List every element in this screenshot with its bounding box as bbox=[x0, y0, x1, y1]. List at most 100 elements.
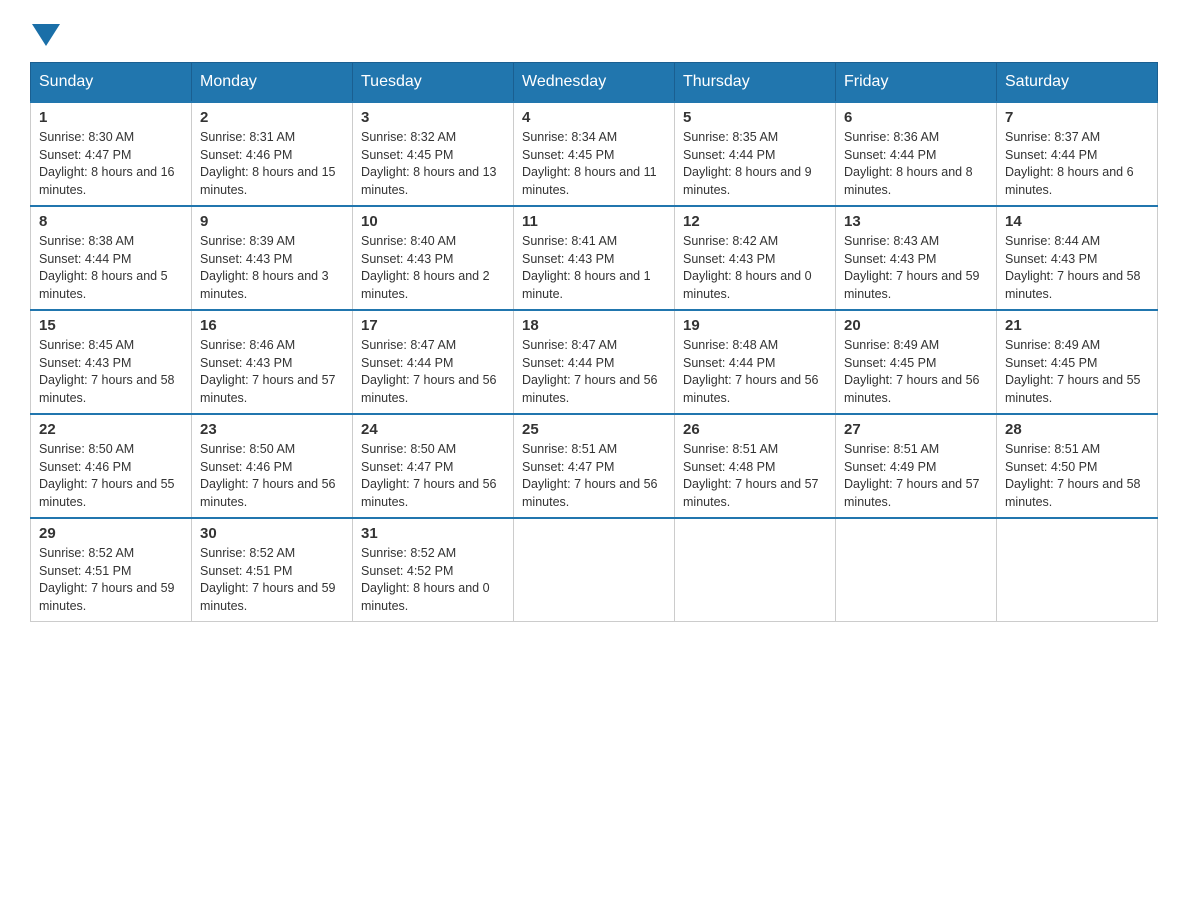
day-cell-8: 8 Sunrise: 8:38 AMSunset: 4:44 PMDayligh… bbox=[31, 206, 192, 310]
column-header-saturday: Saturday bbox=[997, 63, 1158, 103]
day-number: 23 bbox=[200, 421, 344, 438]
day-info: Sunrise: 8:48 AMSunset: 4:44 PMDaylight:… bbox=[683, 338, 819, 405]
day-number: 21 bbox=[1005, 317, 1149, 334]
day-info: Sunrise: 8:41 AMSunset: 4:43 PMDaylight:… bbox=[522, 234, 651, 301]
day-number: 31 bbox=[361, 525, 505, 542]
day-info: Sunrise: 8:31 AMSunset: 4:46 PMDaylight:… bbox=[200, 130, 336, 197]
day-info: Sunrise: 8:50 AMSunset: 4:46 PMDaylight:… bbox=[200, 442, 336, 509]
day-info: Sunrise: 8:36 AMSunset: 4:44 PMDaylight:… bbox=[844, 130, 973, 197]
day-number: 25 bbox=[522, 421, 666, 438]
day-cell-12: 12 Sunrise: 8:42 AMSunset: 4:43 PMDaylig… bbox=[675, 206, 836, 310]
day-info: Sunrise: 8:50 AMSunset: 4:46 PMDaylight:… bbox=[39, 442, 175, 509]
day-number: 12 bbox=[683, 213, 827, 230]
day-cell-26: 26 Sunrise: 8:51 AMSunset: 4:48 PMDaylig… bbox=[675, 414, 836, 518]
day-info: Sunrise: 8:47 AMSunset: 4:44 PMDaylight:… bbox=[361, 338, 497, 405]
day-cell-18: 18 Sunrise: 8:47 AMSunset: 4:44 PMDaylig… bbox=[514, 310, 675, 414]
day-number: 7 bbox=[1005, 109, 1149, 126]
column-header-tuesday: Tuesday bbox=[353, 63, 514, 103]
day-cell-4: 4 Sunrise: 8:34 AMSunset: 4:45 PMDayligh… bbox=[514, 102, 675, 206]
day-info: Sunrise: 8:39 AMSunset: 4:43 PMDaylight:… bbox=[200, 234, 329, 301]
day-cell-20: 20 Sunrise: 8:49 AMSunset: 4:45 PMDaylig… bbox=[836, 310, 997, 414]
day-info: Sunrise: 8:51 AMSunset: 4:49 PMDaylight:… bbox=[844, 442, 980, 509]
day-cell-16: 16 Sunrise: 8:46 AMSunset: 4:43 PMDaylig… bbox=[192, 310, 353, 414]
day-cell-19: 19 Sunrise: 8:48 AMSunset: 4:44 PMDaylig… bbox=[675, 310, 836, 414]
day-number: 2 bbox=[200, 109, 344, 126]
empty-cell bbox=[836, 518, 997, 622]
day-info: Sunrise: 8:35 AMSunset: 4:44 PMDaylight:… bbox=[683, 130, 812, 197]
week-row-1: 1 Sunrise: 8:30 AMSunset: 4:47 PMDayligh… bbox=[31, 102, 1158, 206]
day-number: 15 bbox=[39, 317, 183, 334]
day-info: Sunrise: 8:43 AMSunset: 4:43 PMDaylight:… bbox=[844, 234, 980, 301]
day-number: 17 bbox=[361, 317, 505, 334]
week-row-4: 22 Sunrise: 8:50 AMSunset: 4:46 PMDaylig… bbox=[31, 414, 1158, 518]
logo-arrow-icon bbox=[32, 24, 60, 46]
empty-cell bbox=[675, 518, 836, 622]
day-info: Sunrise: 8:40 AMSunset: 4:43 PMDaylight:… bbox=[361, 234, 490, 301]
day-cell-10: 10 Sunrise: 8:40 AMSunset: 4:43 PMDaylig… bbox=[353, 206, 514, 310]
day-info: Sunrise: 8:52 AMSunset: 4:51 PMDaylight:… bbox=[39, 546, 175, 613]
column-header-friday: Friday bbox=[836, 63, 997, 103]
day-cell-3: 3 Sunrise: 8:32 AMSunset: 4:45 PMDayligh… bbox=[353, 102, 514, 206]
day-cell-29: 29 Sunrise: 8:52 AMSunset: 4:51 PMDaylig… bbox=[31, 518, 192, 622]
day-number: 6 bbox=[844, 109, 988, 126]
day-cell-24: 24 Sunrise: 8:50 AMSunset: 4:47 PMDaylig… bbox=[353, 414, 514, 518]
day-info: Sunrise: 8:42 AMSunset: 4:43 PMDaylight:… bbox=[683, 234, 812, 301]
day-info: Sunrise: 8:52 AMSunset: 4:52 PMDaylight:… bbox=[361, 546, 490, 613]
day-cell-22: 22 Sunrise: 8:50 AMSunset: 4:46 PMDaylig… bbox=[31, 414, 192, 518]
calendar-header-row: SundayMondayTuesdayWednesdayThursdayFrid… bbox=[31, 63, 1158, 103]
column-header-wednesday: Wednesday bbox=[514, 63, 675, 103]
day-info: Sunrise: 8:47 AMSunset: 4:44 PMDaylight:… bbox=[522, 338, 658, 405]
day-cell-28: 28 Sunrise: 8:51 AMSunset: 4:50 PMDaylig… bbox=[997, 414, 1158, 518]
empty-cell bbox=[997, 518, 1158, 622]
day-number: 28 bbox=[1005, 421, 1149, 438]
day-info: Sunrise: 8:44 AMSunset: 4:43 PMDaylight:… bbox=[1005, 234, 1141, 301]
day-number: 19 bbox=[683, 317, 827, 334]
day-number: 13 bbox=[844, 213, 988, 230]
day-number: 3 bbox=[361, 109, 505, 126]
day-info: Sunrise: 8:49 AMSunset: 4:45 PMDaylight:… bbox=[844, 338, 980, 405]
empty-cell bbox=[514, 518, 675, 622]
day-info: Sunrise: 8:49 AMSunset: 4:45 PMDaylight:… bbox=[1005, 338, 1141, 405]
column-header-sunday: Sunday bbox=[31, 63, 192, 103]
week-row-2: 8 Sunrise: 8:38 AMSunset: 4:44 PMDayligh… bbox=[31, 206, 1158, 310]
page-header bbox=[30, 20, 1158, 42]
day-info: Sunrise: 8:51 AMSunset: 4:48 PMDaylight:… bbox=[683, 442, 819, 509]
day-number: 14 bbox=[1005, 213, 1149, 230]
day-cell-13: 13 Sunrise: 8:43 AMSunset: 4:43 PMDaylig… bbox=[836, 206, 997, 310]
day-cell-9: 9 Sunrise: 8:39 AMSunset: 4:43 PMDayligh… bbox=[192, 206, 353, 310]
logo bbox=[30, 20, 60, 42]
day-number: 4 bbox=[522, 109, 666, 126]
day-number: 1 bbox=[39, 109, 183, 126]
day-cell-27: 27 Sunrise: 8:51 AMSunset: 4:49 PMDaylig… bbox=[836, 414, 997, 518]
day-info: Sunrise: 8:38 AMSunset: 4:44 PMDaylight:… bbox=[39, 234, 168, 301]
day-cell-1: 1 Sunrise: 8:30 AMSunset: 4:47 PMDayligh… bbox=[31, 102, 192, 206]
day-number: 10 bbox=[361, 213, 505, 230]
day-info: Sunrise: 8:45 AMSunset: 4:43 PMDaylight:… bbox=[39, 338, 175, 405]
day-cell-21: 21 Sunrise: 8:49 AMSunset: 4:45 PMDaylig… bbox=[997, 310, 1158, 414]
day-number: 18 bbox=[522, 317, 666, 334]
day-number: 8 bbox=[39, 213, 183, 230]
day-number: 27 bbox=[844, 421, 988, 438]
week-row-3: 15 Sunrise: 8:45 AMSunset: 4:43 PMDaylig… bbox=[31, 310, 1158, 414]
day-info: Sunrise: 8:50 AMSunset: 4:47 PMDaylight:… bbox=[361, 442, 497, 509]
day-number: 30 bbox=[200, 525, 344, 542]
day-cell-15: 15 Sunrise: 8:45 AMSunset: 4:43 PMDaylig… bbox=[31, 310, 192, 414]
calendar-table: SundayMondayTuesdayWednesdayThursdayFrid… bbox=[30, 62, 1158, 622]
week-row-5: 29 Sunrise: 8:52 AMSunset: 4:51 PMDaylig… bbox=[31, 518, 1158, 622]
day-cell-11: 11 Sunrise: 8:41 AMSunset: 4:43 PMDaylig… bbox=[514, 206, 675, 310]
day-cell-7: 7 Sunrise: 8:37 AMSunset: 4:44 PMDayligh… bbox=[997, 102, 1158, 206]
day-number: 9 bbox=[200, 213, 344, 230]
day-info: Sunrise: 8:46 AMSunset: 4:43 PMDaylight:… bbox=[200, 338, 336, 405]
day-info: Sunrise: 8:32 AMSunset: 4:45 PMDaylight:… bbox=[361, 130, 497, 197]
day-cell-23: 23 Sunrise: 8:50 AMSunset: 4:46 PMDaylig… bbox=[192, 414, 353, 518]
day-number: 11 bbox=[522, 213, 666, 230]
day-number: 20 bbox=[844, 317, 988, 334]
column-header-monday: Monday bbox=[192, 63, 353, 103]
day-cell-30: 30 Sunrise: 8:52 AMSunset: 4:51 PMDaylig… bbox=[192, 518, 353, 622]
day-info: Sunrise: 8:37 AMSunset: 4:44 PMDaylight:… bbox=[1005, 130, 1134, 197]
day-cell-31: 31 Sunrise: 8:52 AMSunset: 4:52 PMDaylig… bbox=[353, 518, 514, 622]
day-cell-5: 5 Sunrise: 8:35 AMSunset: 4:44 PMDayligh… bbox=[675, 102, 836, 206]
day-info: Sunrise: 8:30 AMSunset: 4:47 PMDaylight:… bbox=[39, 130, 175, 197]
day-info: Sunrise: 8:51 AMSunset: 4:50 PMDaylight:… bbox=[1005, 442, 1141, 509]
day-number: 22 bbox=[39, 421, 183, 438]
